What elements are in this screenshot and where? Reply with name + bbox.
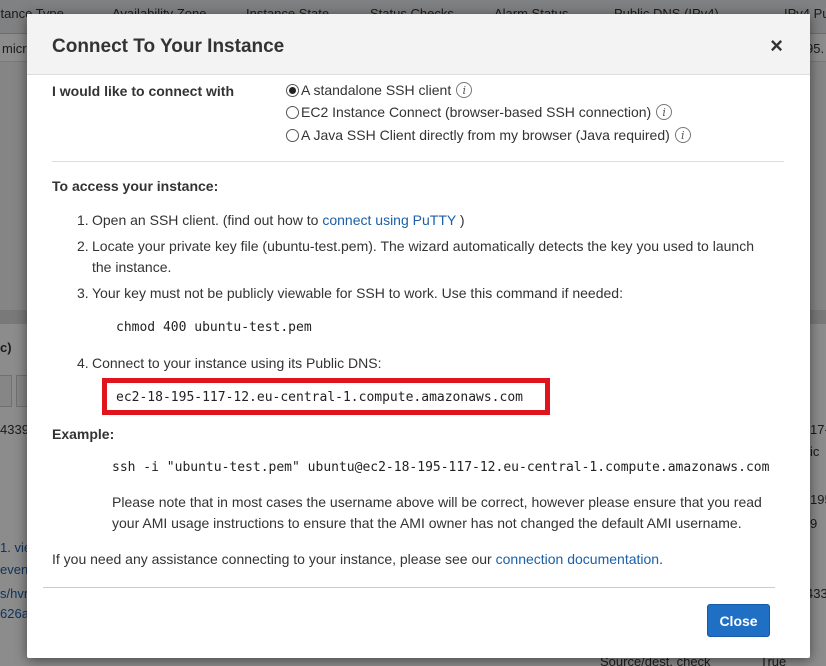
option-ec2-instance-connect[interactable]: EC2 Instance Connect (browser-based SSH … [286, 104, 673, 120]
radio-button[interactable] [286, 128, 299, 142]
putty-link[interactable]: connect using PuTTY [322, 212, 456, 228]
connection-documentation-link[interactable]: connection documentation [496, 551, 659, 567]
step-number: 3. [77, 285, 89, 301]
step-number: 4. [77, 355, 89, 371]
connect-dialog: Connect To Your Instance × I would like … [27, 14, 810, 658]
radio-button[interactable] [286, 105, 299, 119]
footer-divider [43, 587, 775, 588]
option-label: EC2 Instance Connect (browser-based SSH … [301, 104, 652, 120]
note-line: your AMI usage instructions to ensure th… [112, 515, 742, 531]
info-icon[interactable]: i [456, 82, 473, 98]
step-text: Connect to your instance using its Publi… [92, 355, 382, 371]
assist-after: . [659, 551, 663, 567]
example-command: ssh -i "ubuntu-test.pem" ubuntu@ec2-18-1… [112, 460, 770, 475]
note-line: Please note that in most cases the usern… [112, 494, 762, 510]
option-label: A Java SSH Client directly from my brows… [301, 127, 670, 143]
step-text: Locate your private key file (ubuntu-tes… [92, 238, 754, 254]
connect-with-label: I would like to connect with [52, 83, 235, 99]
radio-button-selected[interactable] [286, 83, 299, 97]
step-2: 2. Locate your private key file (ubuntu-… [77, 236, 797, 278]
step-text: Open an SSH client. (find out how to [92, 212, 319, 228]
option-java-ssh-client[interactable]: A Java SSH Client directly from my brows… [286, 127, 691, 143]
option-standalone-ssh[interactable]: A standalone SSH client i [286, 82, 473, 98]
step-text-after: ) [459, 212, 465, 228]
public-dns-value: ec2-18-195-117-12.eu-central-1.compute.a… [116, 390, 523, 405]
info-icon[interactable]: i [656, 104, 673, 120]
step-4: 4. Connect to your instance using its Pu… [77, 353, 777, 374]
step-number: 2. [77, 238, 89, 254]
info-icon[interactable]: i [674, 127, 691, 143]
example-title: Example: [52, 426, 115, 442]
step-text: the instance. [92, 259, 172, 275]
access-title: To access your instance: [52, 178, 219, 194]
chmod-command: chmod 400 ubuntu-test.pem [116, 320, 312, 335]
step-text: Your key must not be publicly viewable f… [92, 285, 623, 301]
dialog-title: Connect To Your Instance [52, 36, 285, 57]
dialog-header: Connect To Your Instance × [27, 14, 810, 75]
username-note: Please note that in most cases the usern… [112, 492, 792, 534]
step-number: 1. [77, 212, 89, 228]
section-divider [52, 161, 784, 162]
assist-text: If you need any assistance connecting to… [52, 551, 492, 567]
close-icon[interactable]: × [770, 35, 783, 57]
step-1: 1. Open an SSH client. (find out how to … [77, 210, 777, 231]
option-label: A standalone SSH client [301, 82, 452, 98]
assistance-text: If you need any assistance connecting to… [52, 551, 663, 567]
step-3: 3. Your key must not be publicly viewabl… [77, 283, 777, 304]
close-button[interactable]: Close [707, 604, 770, 637]
